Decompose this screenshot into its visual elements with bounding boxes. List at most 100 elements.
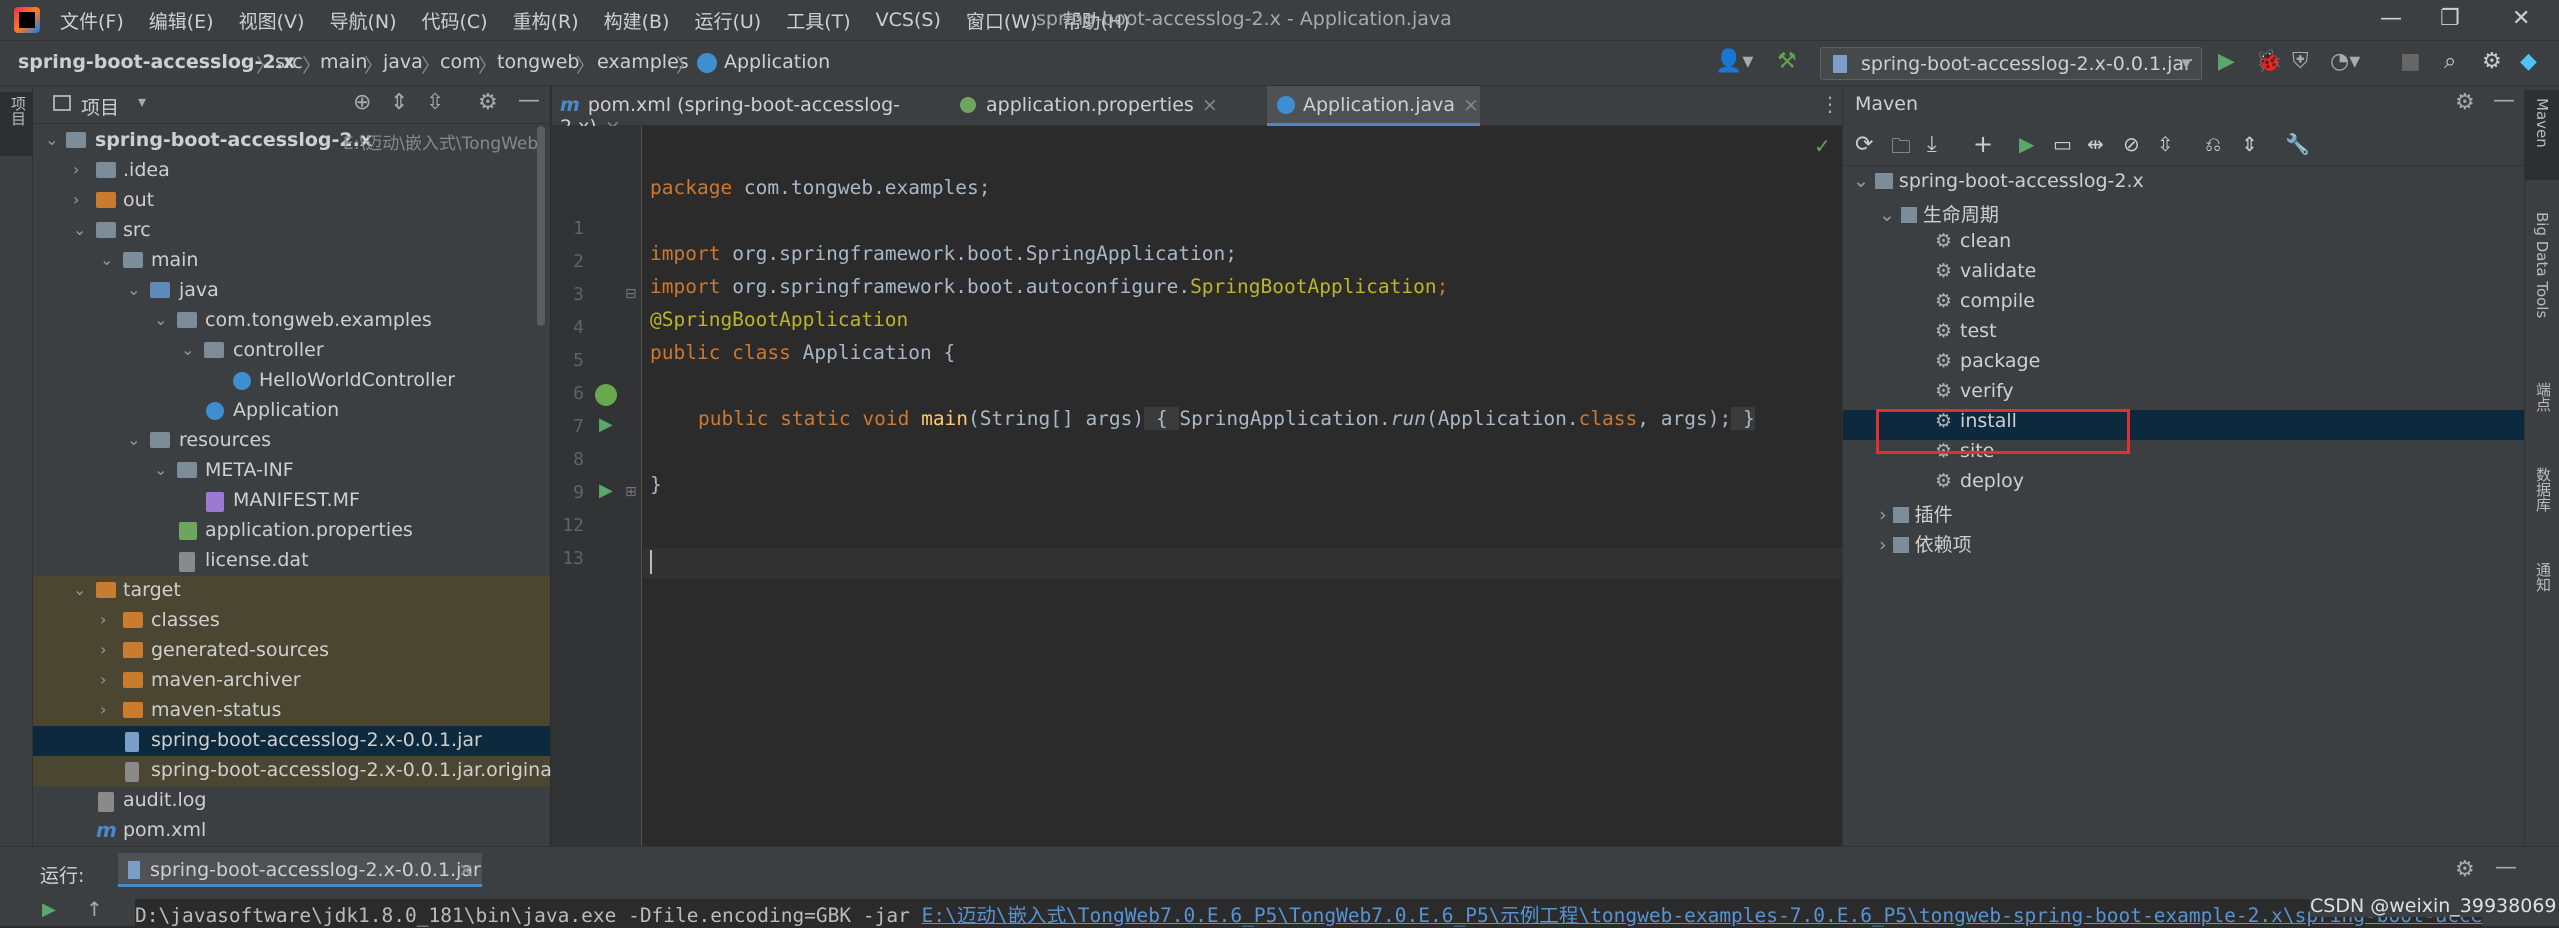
rerun-icon[interactable]: ▶: [42, 899, 56, 920]
close-icon[interactable]: ✕: [2512, 6, 2530, 31]
tree-row[interactable]: ⌄ resources: [33, 426, 550, 456]
maven-goal-deploy[interactable]: ⚙ deploy: [1935, 470, 2024, 500]
user-icon[interactable]: 👤▾: [1715, 49, 1753, 74]
menu-edit[interactable]: 编辑(E): [149, 7, 214, 34]
coverage-icon[interactable]: ⛨: [2292, 49, 2309, 74]
expand-all-icon[interactable]: ⇕: [390, 90, 408, 115]
chevron-right-icon[interactable]: ›: [100, 640, 106, 659]
project-panel-title[interactable]: 项目: [81, 93, 119, 120]
tree-row[interactable]: m pom.xml: [33, 816, 550, 846]
fold-icon[interactable]: ⊟: [625, 286, 637, 302]
menu-navigate[interactable]: 导航(N): [329, 7, 396, 34]
tree-row[interactable]: ⌄ controller: [33, 336, 550, 366]
hide-panel-icon[interactable]: —: [2493, 88, 2515, 113]
chevron-down-icon[interactable]: ⌄: [1879, 204, 1895, 226]
chevron-down-icon[interactable]: ⌄: [100, 250, 113, 269]
collapse-icon[interactable]: ⇳: [2157, 132, 2174, 156]
code-line[interactable]: }: [650, 473, 662, 496]
settings-gear-icon[interactable]: ⚙: [2482, 49, 2502, 74]
tree-row[interactable]: ⌄ com.tongweb.examples: [33, 306, 550, 336]
tree-row[interactable]: › out: [33, 186, 550, 216]
database-button[interactable]: 数据库: [2525, 461, 2559, 541]
chevron-down-icon[interactable]: ⌄: [154, 460, 167, 479]
more-options-icon[interactable]: ⋮: [1820, 92, 1840, 116]
tree-row[interactable]: MANIFEST.MF: [33, 486, 550, 516]
scrollbar[interactable]: [537, 126, 545, 326]
maven-goal-test[interactable]: ⚙ test: [1935, 320, 1997, 350]
run-icon[interactable]: ▶: [2218, 49, 2235, 74]
execute-goal-icon[interactable]: ▭: [2053, 132, 2072, 156]
tree-row[interactable]: spring-boot-accesslog-2.x-0.0.1.jar.orig…: [33, 756, 557, 786]
code-line[interactable]: import org.springframework.boot.autoconf…: [650, 275, 1448, 298]
run-gutter-icon[interactable]: ▶: [599, 480, 613, 501]
chevron-right-icon[interactable]: ›: [100, 700, 106, 719]
chevron-down-icon[interactable]: ▾: [138, 92, 146, 111]
maven-plugins-node[interactable]: › 插件: [1879, 500, 1953, 530]
chevron-right-icon[interactable]: ›: [1879, 504, 1887, 526]
breadcrumb-com[interactable]: com: [440, 51, 481, 73]
tree-row[interactable]: ⌄ META-INF: [33, 456, 550, 486]
gear-icon[interactable]: ⚙: [2455, 857, 2475, 882]
project-tool-button[interactable]: 项目: [0, 92, 33, 156]
breadcrumb-java[interactable]: java: [383, 51, 423, 73]
menu-build[interactable]: 构建(B): [604, 7, 670, 34]
collapse-all-icon[interactable]: ⇳: [426, 90, 444, 115]
add-icon[interactable]: +: [1973, 130, 1993, 158]
tree-row[interactable]: › maven-status: [33, 696, 550, 726]
wrench-icon[interactable]: 🔧: [2285, 132, 2310, 156]
tree-row[interactable]: › generated-sources: [33, 636, 550, 666]
download-icon[interactable]: ⤓: [1927, 132, 1937, 157]
profile-icon[interactable]: ◔▾: [2330, 49, 2360, 74]
gear-icon[interactable]: ⚙: [478, 90, 498, 115]
debug-icon[interactable]: 🐞: [2255, 49, 2282, 74]
menu-code[interactable]: 代码(C): [421, 7, 487, 34]
tree-row[interactable]: ⌄ main: [33, 246, 550, 276]
arrow-up-icon[interactable]: ↑: [86, 897, 103, 921]
chevron-down-icon[interactable]: ⌄: [154, 310, 167, 329]
inspection-ok-icon[interactable]: ✓: [1814, 134, 1831, 158]
chevron-right-icon[interactable]: ›: [100, 610, 106, 629]
build-hammer-icon[interactable]: ⚒: [1777, 49, 1797, 74]
chevron-down-icon[interactable]: ⌄: [127, 430, 140, 449]
tree-row[interactable]: › .idea: [33, 156, 550, 186]
maven-goal-validate[interactable]: ⚙ validate: [1935, 260, 2036, 290]
menu-file[interactable]: 文件(F): [60, 7, 124, 34]
tree-row[interactable]: license.dat: [33, 546, 550, 576]
menu-vcs[interactable]: VCS(S): [876, 9, 941, 31]
console-path-link[interactable]: E:\迈动\嵌入式\TongWeb7.0.E.6_P5\TongWeb7.0.E…: [922, 904, 2483, 927]
tree-row[interactable]: application.properties: [33, 516, 550, 546]
close-icon[interactable]: ×: [1463, 94, 1479, 116]
maven-dependencies-node[interactable]: › 依赖项: [1879, 530, 1972, 560]
menu-refactor[interactable]: 重构(R): [513, 7, 579, 34]
hide-panel-icon[interactable]: —: [2495, 855, 2517, 880]
breadcrumb-examples[interactable]: examples: [597, 51, 689, 73]
toolbox-icon[interactable]: ◆: [2520, 49, 2537, 74]
tree-row[interactable]: › maven-archiver: [33, 666, 550, 696]
reload-icon[interactable]: ⟳: [1855, 132, 1873, 157]
breadcrumb-main[interactable]: main: [320, 51, 367, 73]
generate-sources-icon[interactable]: 🗀: [1891, 132, 1911, 166]
menu-run[interactable]: 运行(U): [694, 7, 761, 34]
notifications-button[interactable]: 通知: [2525, 556, 2559, 636]
tree-row[interactable]: ⌄ java: [33, 276, 550, 306]
endpoints-button[interactable]: 端点: [2525, 376, 2559, 446]
show-dependencies-icon[interactable]: ⎌: [2205, 132, 2221, 156]
tree-row-selected[interactable]: spring-boot-accesslog-2.x-0.0.1.jar: [33, 726, 550, 756]
chevron-right-icon[interactable]: ›: [100, 670, 106, 689]
chevron-right-icon[interactable]: ›: [73, 190, 79, 209]
stop-icon[interactable]: ■: [2400, 49, 2421, 74]
locate-icon[interactable]: ⊕: [353, 90, 371, 115]
search-icon[interactable]: ⌕: [2444, 49, 2456, 74]
chevron-down-icon[interactable]: ⌄: [73, 220, 86, 239]
code-line[interactable]: package com.tongweb.examples;: [650, 176, 990, 199]
maven-tool-button[interactable]: Maven: [2525, 90, 2559, 180]
run-gutter-icon[interactable]: ▶: [599, 414, 613, 435]
tree-row[interactable]: › classes: [33, 606, 550, 636]
menu-tools[interactable]: 工具(T): [786, 7, 850, 34]
expand-icon[interactable]: ⇕: [2241, 132, 2258, 156]
breadcrumb-tongweb[interactable]: tongweb: [497, 51, 579, 73]
maven-goal-package[interactable]: ⚙ package: [1935, 350, 2040, 380]
maven-goal-verify[interactable]: ⚙ verify: [1935, 380, 2014, 410]
close-icon[interactable]: ×: [1202, 94, 1218, 116]
run-maven-icon[interactable]: ▶: [2019, 132, 2034, 156]
